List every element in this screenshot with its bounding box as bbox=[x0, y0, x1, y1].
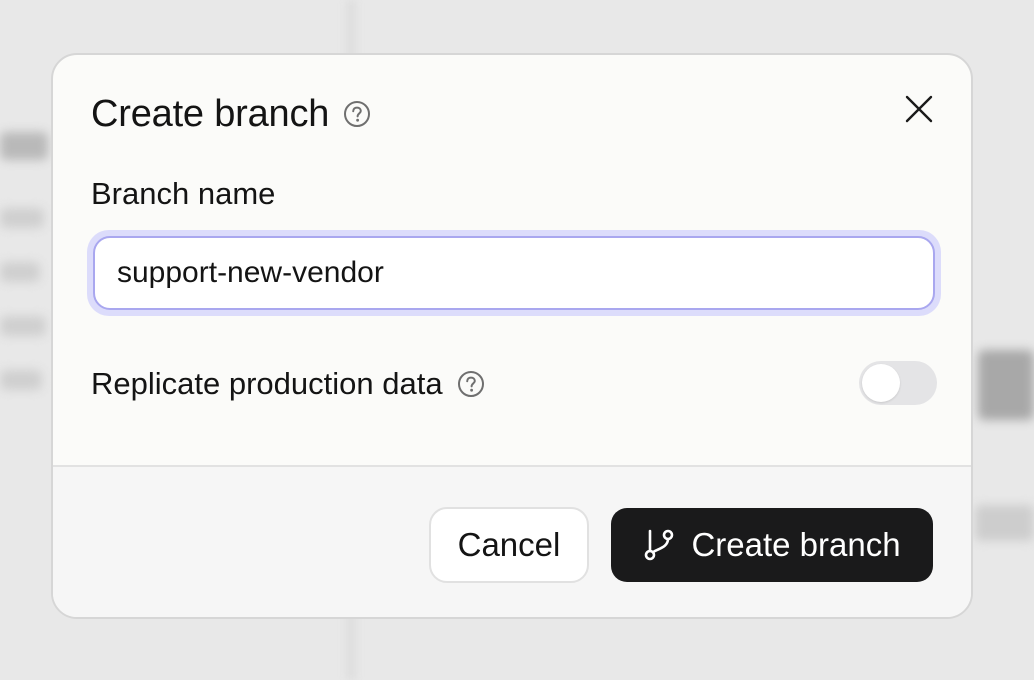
create-branch-button[interactable]: Create branch bbox=[611, 508, 933, 582]
background-text-blur bbox=[975, 505, 1034, 541]
create-branch-label: Create branch bbox=[691, 526, 901, 563]
help-circle-icon[interactable] bbox=[457, 370, 485, 398]
replicate-production-toggle[interactable] bbox=[859, 361, 937, 405]
background-text-blur bbox=[0, 262, 40, 282]
create-branch-dialog: Create branch Branch name Replicate prod… bbox=[51, 53, 973, 619]
help-circle-icon[interactable] bbox=[343, 100, 371, 128]
cancel-button[interactable]: Cancel bbox=[429, 507, 589, 583]
dialog-title: Create branch bbox=[91, 93, 330, 135]
background-text-blur bbox=[0, 132, 48, 160]
background-text-blur bbox=[978, 350, 1034, 420]
background-text-blur bbox=[0, 370, 42, 390]
replicate-production-label: Replicate production data bbox=[91, 366, 443, 401]
branch-name-label: Branch name bbox=[91, 176, 276, 211]
branch-name-input[interactable] bbox=[93, 236, 935, 310]
background-text-blur bbox=[0, 208, 44, 228]
git-branch-icon bbox=[645, 529, 674, 561]
background-text-blur bbox=[0, 316, 46, 336]
dialog-header: Create branch bbox=[91, 91, 371, 137]
dialog-footer: Cancel Create branch bbox=[53, 465, 971, 617]
close-icon bbox=[905, 95, 933, 123]
toggle-knob bbox=[862, 364, 900, 402]
close-button[interactable] bbox=[901, 91, 937, 127]
branch-name-focus-ring bbox=[87, 230, 941, 316]
replicate-production-row: Replicate production data bbox=[91, 365, 485, 403]
